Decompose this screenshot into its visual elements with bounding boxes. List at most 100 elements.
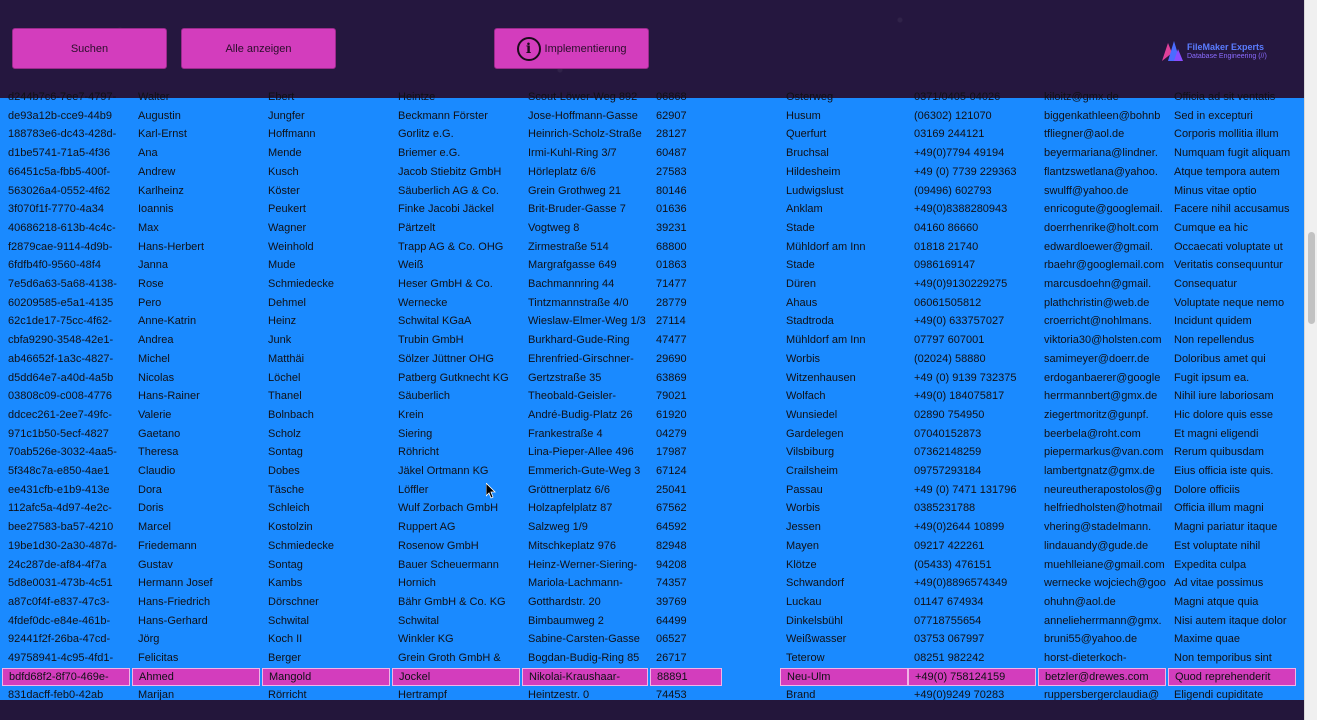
table-row[interactable]: 66451c5a-fbb5-400f- Andrew Kusch Jacob Stie… xyxy=(0,163,1304,182)
table-cell[interactable]: Pero xyxy=(138,294,266,313)
table-cell[interactable]: 94208 xyxy=(656,556,784,575)
table-cell[interactable]: 25041 xyxy=(656,481,784,500)
table-cell[interactable]: 03753 067997 xyxy=(914,630,1042,649)
table-cell[interactable]: Officia ad sit ventatis xyxy=(1174,88,1302,107)
table-cell[interactable]: 188783e6-dc43-428d- xyxy=(8,125,136,144)
table-cell[interactable]: 74357 xyxy=(656,574,784,593)
table-cell[interactable]: Heinrich-Scholz-Straße xyxy=(528,125,654,144)
table-cell[interactable]: Worbis xyxy=(786,499,914,518)
table-cell[interactable]: Klötze xyxy=(786,556,914,575)
table-cell[interactable]: swulff@yahoo.de xyxy=(1044,182,1172,201)
table-cell[interactable]: 4fdef0dc-e84e-461b- xyxy=(8,612,136,631)
table-cell[interactable]: Finke Jacobi Jäckel xyxy=(398,200,526,219)
show-all-button[interactable]: Alle anzeigen xyxy=(181,28,336,69)
table-cell[interactable]: annelieherrmann@gmx. xyxy=(1044,612,1172,631)
table-cell[interactable]: Mariola-Lachmann- xyxy=(528,574,654,593)
table-cell[interactable]: Gardelegen xyxy=(786,425,914,444)
table-cell[interactable]: Claudio xyxy=(138,462,266,481)
table-cell[interactable]: Facere nihil accusamus xyxy=(1174,200,1302,219)
table-cell[interactable]: Jose-Hoffmann-Gasse xyxy=(528,107,654,126)
table-cell[interactable]: plathchristin@web.de xyxy=(1044,294,1172,313)
table-cell[interactable]: Expedita culpa xyxy=(1174,556,1302,575)
table-cell[interactable]: ohuhn@aol.de xyxy=(1044,593,1172,612)
table-cell[interactable]: Ahaus xyxy=(786,294,914,313)
table-cell[interactable]: Gertzstraße 35 xyxy=(528,369,654,388)
table-row[interactable]: 7e5d6a63-5a68-4138- Rose Schmiedecke Heser … xyxy=(0,275,1304,294)
table-cell[interactable]: Eius officia iste quis. xyxy=(1174,462,1302,481)
table-cell[interactable]: Hoffmann xyxy=(268,125,396,144)
table-cell[interactable]: 80146 xyxy=(656,182,784,201)
table-cell[interactable]: Hertrampf xyxy=(398,686,526,700)
table-cell[interactable]: Thanel xyxy=(268,387,396,406)
table-cell[interactable]: Köster xyxy=(268,182,396,201)
table-cell[interactable]: +49(0) 633757027 xyxy=(914,312,1042,331)
table-cell[interactable]: Schwital xyxy=(398,612,526,631)
table-cell[interactable]: Bähr GmbH & Co. KG xyxy=(398,593,526,612)
table-cell[interactable]: Stade xyxy=(786,219,914,238)
table-cell[interactable]: 64499 xyxy=(656,612,784,631)
table-cell[interactable]: biggenkathleen@bohnb xyxy=(1044,107,1172,126)
table-cell[interactable]: Jacob Stiebitz GmbH xyxy=(398,163,526,182)
table-cell[interactable]: Winkler KG xyxy=(398,630,526,649)
table-cell[interactable]: Walter xyxy=(138,88,266,107)
table-cell[interactable]: 07718755654 xyxy=(914,612,1042,631)
table-cell[interactable]: Ruppert AG xyxy=(398,518,526,537)
table-cell[interactable]: 971c1b50-5ecf-4827 xyxy=(8,425,136,444)
table-cell[interactable]: Matthäi xyxy=(268,350,396,369)
table-cell[interactable]: Jessen xyxy=(786,518,914,537)
table-cell[interactable]: Scholz xyxy=(268,425,396,444)
table-row[interactable]: 24c287de-af84-4f7a Gustav Sontag Bauer Sche… xyxy=(0,556,1304,575)
table-cell[interactable]: Worbis xyxy=(786,350,914,369)
table-cell[interactable]: 04160 86660 xyxy=(914,219,1042,238)
table-cell[interactable]: 06527 xyxy=(656,630,784,649)
table-cell[interactable]: 17987 xyxy=(656,443,784,462)
table-cell[interactable]: +49(0)8388280943 xyxy=(914,200,1042,219)
table-cell[interactable]: Heinz-Werner-Siering- xyxy=(528,556,654,575)
table-cell[interactable]: 831dacff-feb0-42ab xyxy=(8,686,136,700)
table-cell[interactable]: Luckau xyxy=(786,593,914,612)
table-cell[interactable]: 09217 422261 xyxy=(914,537,1042,556)
table-row[interactable]: 03808c09-c008-4776 Hans-Rainer Thanel Säube… xyxy=(0,387,1304,406)
table-cell[interactable]: Brit-Bruder-Gasse 7 xyxy=(528,200,654,219)
table-cell[interactable]: Schmiedecke xyxy=(268,275,396,294)
table-cell[interactable]: 67124 xyxy=(656,462,784,481)
table-cell[interactable]: Doloribus amet qui xyxy=(1174,350,1302,369)
table-row[interactable]: 3f070f1f-7770-4a34 Ioannis Peukert Finke Ja… xyxy=(0,200,1304,219)
table-cell[interactable]: 29690 xyxy=(656,350,784,369)
table-cell[interactable]: 09757293184 xyxy=(914,462,1042,481)
table-cell[interactable]: 60487 xyxy=(656,144,784,163)
table-row[interactable]: ab46652f-1a3c-4827- Michel Matthäi Sölzer J… xyxy=(0,350,1304,369)
table-cell[interactable]: Sontag xyxy=(268,443,396,462)
table-cell[interactable]: Anne-Katrin xyxy=(138,312,266,331)
table-cell[interactable]: beyermariana@lindner. xyxy=(1044,144,1172,163)
table-cell[interactable]: Peukert xyxy=(268,200,396,219)
table-cell[interactable]: ziegertmoritz@gunpf. xyxy=(1044,406,1172,425)
table-cell[interactable]: Teterow xyxy=(786,649,914,668)
table-cell[interactable]: Weiß xyxy=(398,256,526,275)
table-cell[interactable]: (09496) 602793 xyxy=(914,182,1042,201)
table-cell[interactable]: Wunsiedel xyxy=(786,406,914,425)
table-cell[interactable]: Kambs xyxy=(268,574,396,593)
table-cell[interactable]: Koch II xyxy=(268,630,396,649)
table-cell[interactable]: erdoganbaerer@google xyxy=(1044,369,1172,388)
table-cell[interactable]: Dora xyxy=(138,481,266,500)
table-cell[interactable]: Dinkelsbühl xyxy=(786,612,914,631)
table-cell[interactable]: Neu-Ulm xyxy=(780,667,908,687)
table-row[interactable]: 6fdfb4f0-9560-48f4 Janna Mude Weiß Margrafga… xyxy=(0,256,1304,275)
table-cell[interactable]: Säuberlich xyxy=(398,387,526,406)
table-row[interactable]: 188783e6-dc43-428d- Karl-Ernst Hoffmann Gor… xyxy=(0,125,1304,144)
table-row[interactable]: 4fdef0dc-e84e-461b- Hans-Gerhard Schwital S… xyxy=(0,612,1304,631)
table-row[interactable]: 49758941-4c95-4fd1- Felicitas Berger Grein … xyxy=(0,649,1304,668)
table-cell[interactable]: 49758941-4c95-4fd1- xyxy=(8,649,136,668)
table-cell[interactable]: Margrafgasse 649 xyxy=(528,256,654,275)
table-cell[interactable]: edwardloewer@gmail. xyxy=(1044,238,1172,257)
table-cell[interactable]: Sontag xyxy=(268,556,396,575)
table-cell[interactable]: Löchel xyxy=(268,369,396,388)
table-cell[interactable]: Osterweg xyxy=(786,88,914,107)
table-cell[interactable]: Doris xyxy=(138,499,266,518)
table-cell[interactable]: Wolfach xyxy=(786,387,914,406)
table-cell[interactable]: helfriedholsten@hotmail xyxy=(1044,499,1172,518)
table-cell[interactable]: 61920 xyxy=(656,406,784,425)
table-cell[interactable]: Hans-Gerhard xyxy=(138,612,266,631)
table-cell[interactable]: 07040152873 xyxy=(914,425,1042,444)
